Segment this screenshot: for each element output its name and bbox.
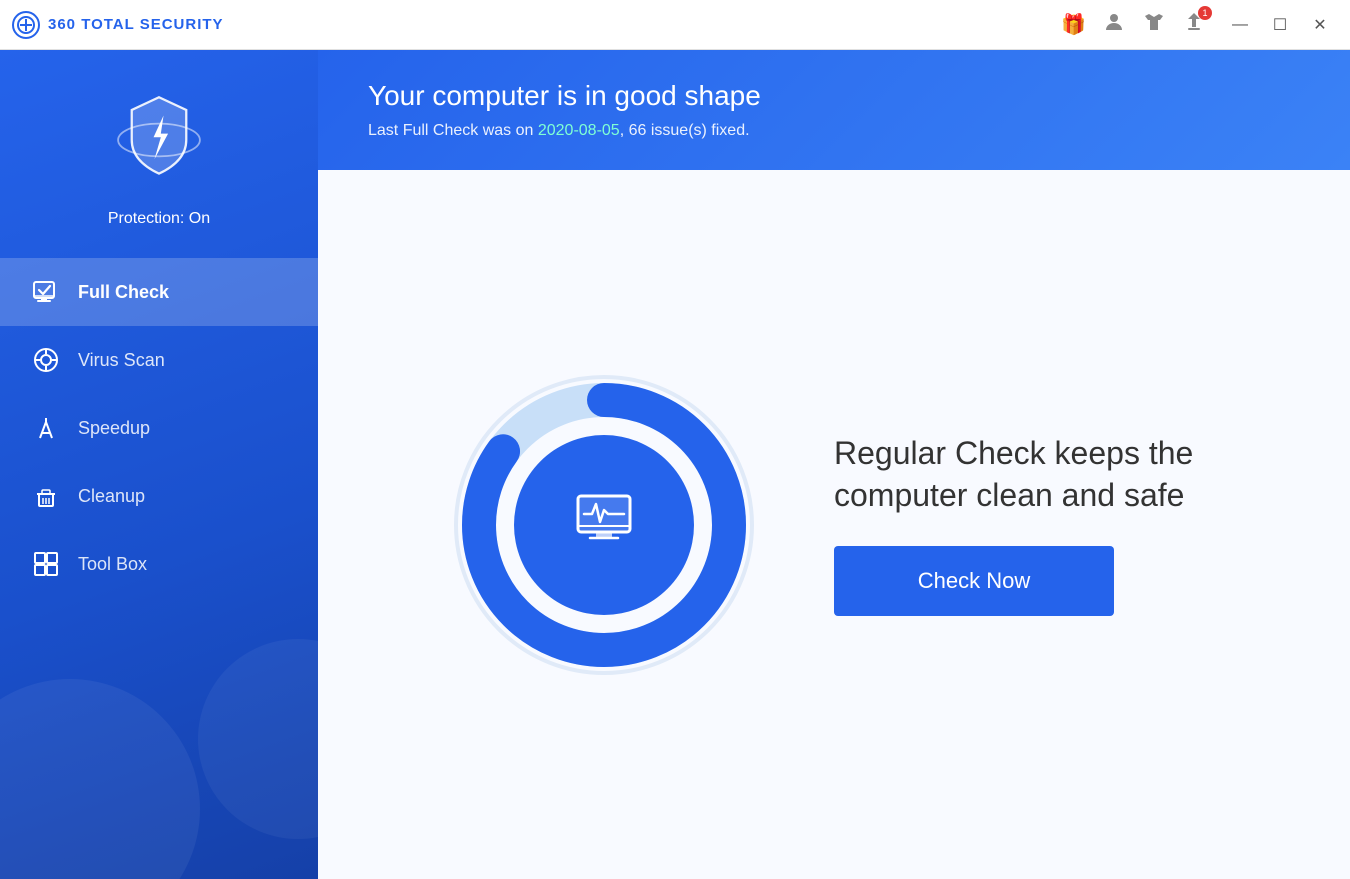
sidebar-item-virus-scan[interactable]: Virus Scan xyxy=(0,326,318,394)
minimize-button[interactable]: — xyxy=(1222,7,1258,43)
sidebar-item-label-full-check: Full Check xyxy=(78,282,169,303)
app-title: 360 TOTAL SECURITY xyxy=(48,16,224,33)
sidebar-item-speedup[interactable]: Speedup xyxy=(0,394,318,462)
header-subtitle: Last Full Check was on 2020-08-05, 66 is… xyxy=(368,122,1300,140)
sidebar-item-full-check[interactable]: Full Check xyxy=(0,258,318,326)
shirt-icon[interactable] xyxy=(1142,10,1166,40)
gift-icon[interactable]: 🎁 xyxy=(1061,12,1086,37)
monitor-icon xyxy=(574,492,634,557)
content-body: Regular Check keeps the computer clean a… xyxy=(318,170,1350,879)
sidebar-item-tool-box[interactable]: Tool Box xyxy=(0,530,318,598)
window-controls: — ☐ ✕ xyxy=(1222,7,1338,43)
speedup-icon xyxy=(30,412,62,444)
logo-section: Protection: On xyxy=(99,50,219,248)
titlebar-actions: 🎁 1 — ☐ ✕ xyxy=(1061,7,1338,43)
full-check-icon xyxy=(30,276,62,308)
tool-box-icon xyxy=(30,548,62,580)
upload-badge: 1 xyxy=(1198,6,1212,20)
content-area: Your computer is in good shape Last Full… xyxy=(318,50,1350,879)
sidebar-item-label-speedup: Speedup xyxy=(78,418,150,439)
chart-center xyxy=(514,435,694,615)
maximize-button[interactable]: ☐ xyxy=(1262,7,1298,43)
check-now-button[interactable]: Check Now xyxy=(834,546,1114,616)
sidebar-item-label-virus-scan: Virus Scan xyxy=(78,350,165,371)
header-title: Your computer is in good shape xyxy=(368,80,1300,112)
sidebar-item-label-cleanup: Cleanup xyxy=(78,486,145,507)
main-layout: Protection: On Full Check xyxy=(0,50,1350,879)
sidebar-item-label-tool-box: Tool Box xyxy=(78,554,147,575)
donut-chart xyxy=(454,375,754,675)
last-check-date: 2020-08-05 xyxy=(538,122,620,139)
subtitle-prefix: Last Full Check was on xyxy=(368,122,538,139)
upload-icon[interactable]: 1 xyxy=(1182,10,1206,40)
sidebar: Protection: On Full Check xyxy=(0,50,318,879)
right-panel: Regular Check keeps the computer clean a… xyxy=(834,433,1214,616)
app-logo: 360 TOTAL SECURITY xyxy=(12,11,224,39)
shield-icon-wrap xyxy=(99,80,219,200)
header-banner: Your computer is in good shape Last Full… xyxy=(318,50,1350,170)
user-icon[interactable] xyxy=(1102,10,1126,40)
cleanup-icon xyxy=(30,480,62,512)
nav-items: Full Check Virus Scan xyxy=(0,258,318,598)
protection-status: Protection: On xyxy=(108,210,210,228)
main-tagline: Regular Check keeps the computer clean a… xyxy=(834,433,1214,516)
close-button[interactable]: ✕ xyxy=(1302,7,1338,43)
shield-icon xyxy=(109,90,209,190)
logo-icon xyxy=(12,11,40,39)
titlebar: 360 TOTAL SECURITY 🎁 1 — ☐ ✕ xyxy=(0,0,1350,50)
virus-scan-icon xyxy=(30,344,62,376)
sidebar-item-cleanup[interactable]: Cleanup xyxy=(0,462,318,530)
subtitle-suffix: , 66 issue(s) fixed. xyxy=(620,122,750,139)
